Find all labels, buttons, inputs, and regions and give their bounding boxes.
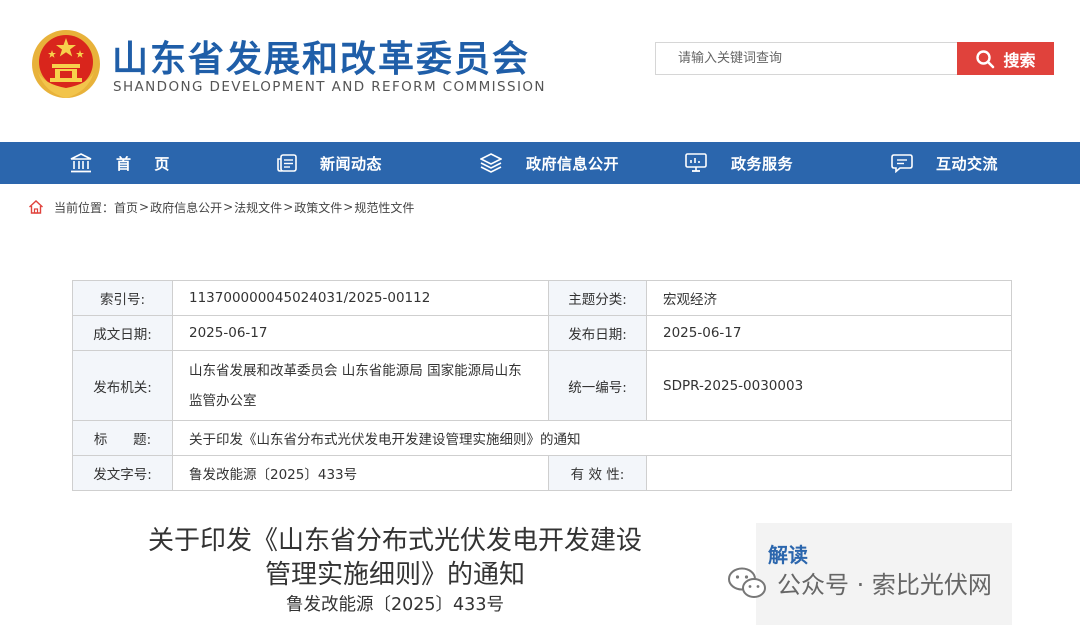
site-title: 山东省发展和改革委员会 (112, 39, 531, 80)
breadcrumb: 当前位置： 首页 > 政府信息公开 > 法规文件 > 政策文件 > 规范性文件 (28, 198, 414, 216)
nav-item-interaction[interactable]: 互动交流 (824, 142, 1030, 184)
created-date-label: 成文日期: (72, 315, 173, 351)
nav-label-services: 政务服务 (731, 155, 794, 173)
article-title-line1: 关于印发《山东省分布式光伏发电开发建设 (147, 526, 642, 556)
chat-icon (891, 154, 913, 173)
issuer-value: 山东省发展和改革委员会 山东省能源局 国家能源局山东监管办公室 (172, 350, 549, 421)
article-title: 关于印发《山东省分布式光伏发电开发建设 管理实施细则》的通知 (130, 524, 660, 592)
site-header: 山东省发展和改革委员会 SHANDONG DEVELOPMENT AND REF… (0, 0, 1080, 142)
table-row: 发文字号: 鲁发改能源〔2025〕433号 有 效 性: (72, 455, 1012, 491)
main-nav: 首 页 新闻动态 政府信息公开 政务服务 互动交流 (0, 142, 1080, 184)
table-row: 发布机关: 山东省发展和改革委员会 山东省能源局 国家能源局山东监管办公室 统一… (72, 350, 1012, 421)
home-icon (29, 200, 43, 214)
index-label: 索引号: (72, 280, 173, 316)
issuer-label: 发布机关: (72, 350, 173, 421)
topic-label: 主题分类: (548, 280, 647, 316)
article-title-line2: 管理实施细则》的通知 (264, 560, 525, 590)
validity-label: 有 效 性: (548, 455, 647, 491)
table-row: 标 题: 关于印发《山东省分布式光伏发电开发建设管理实施细则》的通知 (72, 420, 1012, 456)
layers-icon (480, 153, 502, 173)
national-emblem-icon (32, 30, 100, 98)
nav-item-services[interactable]: 政务服务 (618, 142, 824, 184)
breadcrumb-prefix: 当前位置： (54, 200, 115, 215)
interpretation-title[interactable]: 解读 (768, 539, 808, 568)
breadcrumb-gov-info[interactable]: 政府信息公开 (150, 199, 222, 216)
search-input[interactable] (655, 42, 958, 75)
document-info-table: 索引号: 113700000045024031/2025-00112 主题分类:… (72, 280, 1012, 491)
search-button[interactable]: 搜索 (957, 42, 1054, 75)
article-doc-number: 鲁发改能源〔2025〕433号 (286, 595, 504, 615)
validity-value (646, 455, 1012, 491)
nav-label-home: 首 页 (116, 155, 170, 173)
nav-label-gov-info: 政府信息公开 (526, 155, 620, 173)
doc-number-value: 鲁发改能源〔2025〕433号 (172, 455, 549, 491)
serial-value: SDPR-2025-0030003 (646, 350, 1012, 421)
search-icon (976, 49, 995, 68)
government-building-icon (70, 153, 92, 173)
title-label: 标 题: (72, 420, 173, 456)
serial-label: 统一编号: (548, 350, 647, 421)
wechat-icon (728, 567, 766, 598)
breadcrumb-home[interactable]: 首页 (114, 199, 138, 216)
news-icon (277, 154, 297, 172)
nav-label-news: 新闻动态 (320, 155, 383, 173)
nav-item-gov-info[interactable]: 政府信息公开 (412, 142, 620, 184)
table-row: 索引号: 113700000045024031/2025-00112 主题分类:… (72, 280, 1012, 316)
breadcrumb-regulations[interactable]: 法规文件 (234, 199, 282, 216)
topic-value: 宏观经济 (646, 280, 1012, 316)
index-value: 113700000045024031/2025-00112 (172, 280, 549, 316)
nav-item-home[interactable]: 首 页 (0, 142, 206, 184)
table-row: 成文日期: 2025-06-17 发布日期: 2025-06-17 (72, 315, 1012, 351)
created-date-value: 2025-06-17 (172, 315, 549, 351)
search-button-label: 搜索 (1003, 50, 1036, 70)
title-value: 关于印发《山东省分布式光伏发电开发建设管理实施细则》的通知 (172, 420, 1012, 456)
nav-label-interaction: 互动交流 (936, 155, 999, 173)
nav-item-news[interactable]: 新闻动态 (206, 142, 412, 184)
monitor-icon (685, 153, 707, 172)
published-date-label: 发布日期: (548, 315, 647, 351)
published-date-value: 2025-06-17 (646, 315, 1012, 351)
doc-number-label: 发文字号: (72, 455, 173, 491)
breadcrumb-normative[interactable]: 规范性文件 (354, 199, 414, 216)
site-subtitle: SHANDONG DEVELOPMENT AND REFORM COMMISSI… (113, 79, 546, 95)
watermark-text: 公众号 · 索比光伏网 (777, 571, 992, 599)
breadcrumb-policy[interactable]: 政策文件 (294, 199, 342, 216)
watermark: 公众号 · 索比光伏网 (727, 565, 992, 600)
